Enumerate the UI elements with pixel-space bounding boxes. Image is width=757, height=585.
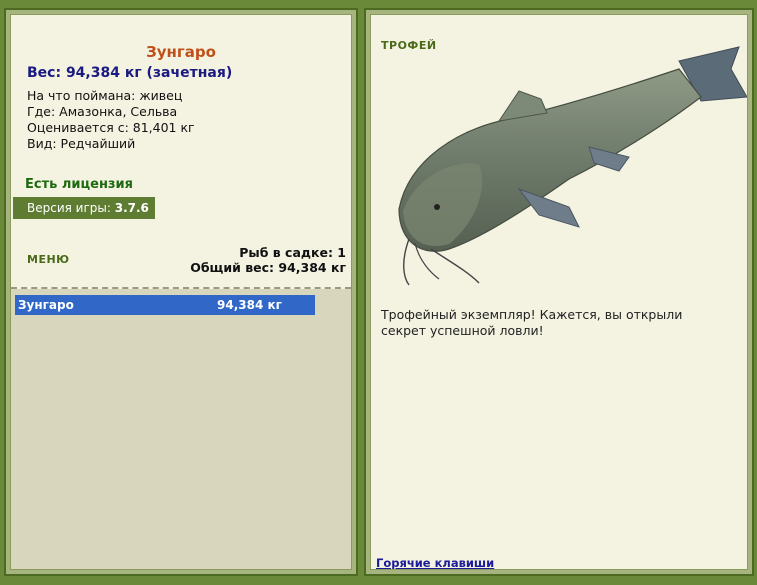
fish-weight-line: Вес: 94,384 кг (зачетная) [27, 65, 233, 81]
catfish-image [398, 46, 747, 286]
catch-info-inner: Зунгаро Вес: 94,384 кг (зачетная) На что… [10, 14, 352, 570]
trophy-label: ТРОФЕЙ [381, 39, 437, 52]
game-version-bar: Версия игры: 3.7.6 [13, 197, 155, 219]
keepnet-stats: Рыб в садке: 1 Общий вес: 94,384 кг [190, 245, 346, 275]
menu-button[interactable]: МЕНЮ [27, 253, 70, 266]
keepnet-row-weight: 94,384 кг [217, 298, 282, 312]
version-label: Версия игры: [27, 201, 111, 215]
trophy-panel: ТРОФЕЙ Трофейный экземпляр! Кажется, вы … [364, 8, 754, 576]
trophy-inner: ТРОФЕЙ Трофейный экземпляр! Кажется, вы … [370, 14, 748, 570]
keepnet-row-name: Зунгаро [18, 298, 74, 312]
valued-line: Оценивается с: 81,401 кг [27, 120, 195, 135]
bait-line: На что поймана: живец [27, 88, 183, 103]
keepnet-total-weight: Общий вес: 94,384 кг [190, 260, 346, 275]
rarity-line: Вид: Редчайший [27, 136, 136, 151]
hotkeys-link[interactable]: Горячие клавиши [376, 556, 494, 569]
license-status: Есть лицензия [25, 177, 133, 192]
catch-details: На что поймана: живец Где: Амазонка, Сел… [27, 88, 195, 152]
keepnet-list: Зунгаро 94,384 кг [11, 289, 351, 569]
version-value: 3.7.6 [114, 201, 149, 215]
keepnet-count: Рыб в садке: 1 [239, 245, 346, 260]
fish-name-title: Зунгаро [146, 43, 216, 61]
catch-info-panel: Зунгаро Вес: 94,384 кг (зачетная) На что… [4, 8, 358, 576]
location-line: Где: Амазонка, Сельва [27, 104, 178, 119]
trophy-description: Трофейный экземпляр! Кажется, вы открыли… [381, 307, 683, 338]
keepnet-row-selected[interactable]: Зунгаро 94,384 кг [15, 295, 315, 315]
